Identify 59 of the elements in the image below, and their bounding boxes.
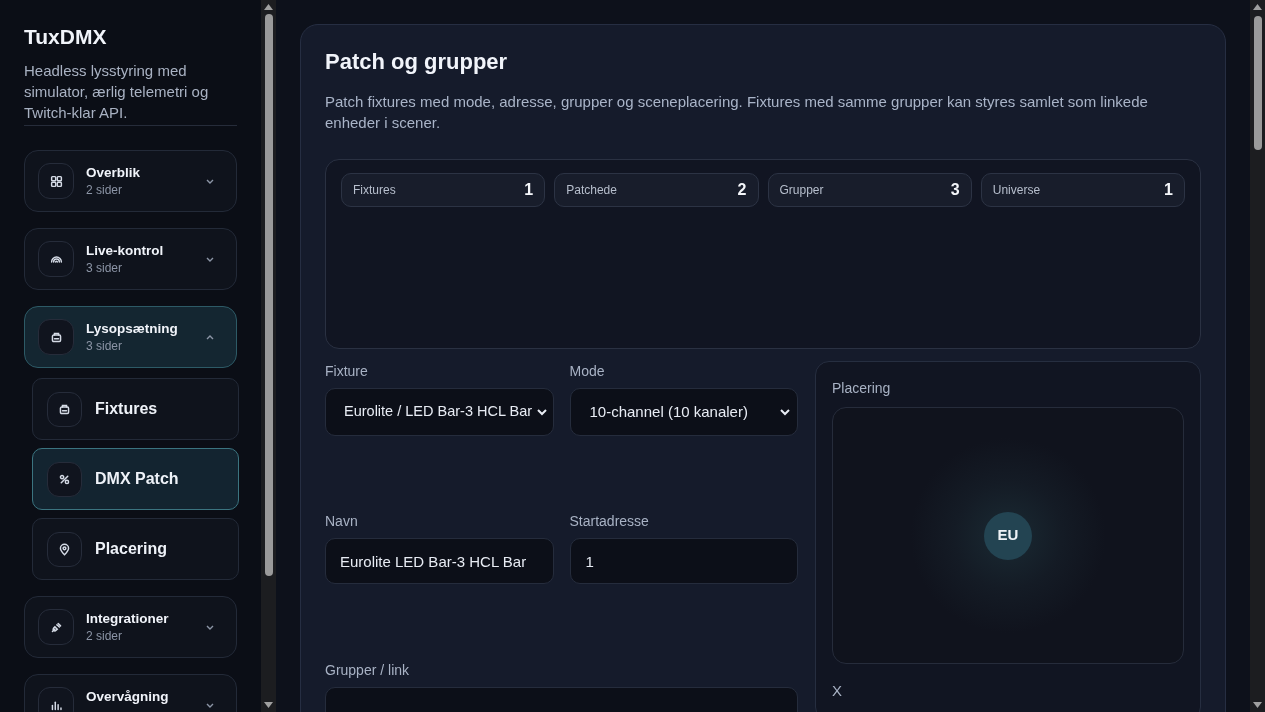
- field-label: Grupper / link: [325, 661, 411, 680]
- name-input[interactable]: Eurolite LED Bar-3 HCL Bar: [325, 538, 554, 584]
- chevron-down-icon: [206, 256, 214, 262]
- page-title: Patch og grupper: [325, 48, 509, 76]
- nav-group-label: Live-kontrol: [86, 241, 165, 260]
- scrollbar-thumb[interactable]: [1253, 16, 1262, 150]
- chevron-up-icon: [206, 334, 214, 340]
- nav-item[interactable]: Placering: [32, 518, 239, 580]
- page-description: Patch fixtures med mode, adresse, grupper og sceneplacering. Fixtures med samme grupper kan styres samlet som linkede enheder i scener.: [325, 92, 1149, 133]
- stat-chip: Grupper 3: [767, 173, 972, 207]
- nav-group[interactable]: Live-kontrol 3 sider: [24, 228, 237, 290]
- stat-chip: Fixtures 1: [341, 173, 546, 207]
- nav-item[interactable]: Fixtures: [32, 378, 239, 440]
- stat-chip: Patchede 2: [554, 173, 759, 207]
- fixture-select[interactable]: Eurolite / LED Bar-3 HCL Bar: [325, 388, 554, 436]
- nav-group-count: 2 sider: [86, 627, 124, 645]
- scrollbar[interactable]: [261, 0, 276, 712]
- nav-group-label: Overblik: [86, 163, 142, 182]
- scroll-down-icon[interactable]: [264, 702, 273, 708]
- lamp-icon: [58, 402, 71, 416]
- chevron-down-icon: [206, 178, 214, 184]
- chevron-down-icon: [536, 408, 547, 416]
- scrollbar[interactable]: [1250, 0, 1265, 712]
- field-label: Mode: [569, 362, 606, 381]
- scrollbar-thumb[interactable]: [264, 14, 273, 576]
- app-tagline: Headless lysstyring med simulator, ærlig telemetri og Twitch-klar API.: [24, 60, 237, 126]
- field-label: X: [832, 681, 843, 701]
- nav-group-count: 3 sider: [86, 259, 124, 277]
- nav-group[interactable]: Overblik 2 sider: [24, 150, 237, 212]
- start-address-input[interactable]: 1: [569, 538, 798, 584]
- nav-group[interactable]: Overvågning: [24, 674, 237, 712]
- fixture-marker[interactable]: EU: [984, 511, 1032, 560]
- nav-group-count: 2 sider: [86, 181, 124, 199]
- panel-label: Placering: [832, 379, 892, 398]
- location-pin-icon: [58, 542, 71, 556]
- placement-canvas[interactable]: EU: [832, 407, 1184, 664]
- lamp-icon: [49, 330, 63, 344]
- field-label: Navn: [325, 512, 359, 531]
- percent-icon: [58, 472, 71, 486]
- mode-select[interactable]: 10-channel (10 kanaler): [569, 388, 798, 436]
- scroll-up-icon[interactable]: [264, 4, 273, 10]
- chevron-down-icon: [206, 624, 214, 630]
- chevron-down-icon: [780, 408, 790, 416]
- chevron-down-icon: [206, 702, 214, 708]
- field-label: Startadresse: [569, 512, 650, 531]
- app-title: TuxDMX: [24, 24, 108, 50]
- nav-group[interactable]: Integrationer 2 sider: [24, 596, 237, 658]
- nav-group-label: Lysopsætning: [86, 319, 179, 338]
- scroll-down-icon[interactable]: [1253, 702, 1262, 708]
- nav-group[interactable]: Lysopsætning 3 sider: [24, 306, 237, 368]
- nav-group-label: Integrationer: [86, 609, 170, 628]
- scroll-up-icon[interactable]: [1253, 4, 1262, 10]
- grid-icon: [49, 174, 63, 188]
- stat-chip: Universe 1: [980, 173, 1185, 207]
- plug-icon: [49, 620, 63, 634]
- nav-group-label: Overvågning: [86, 687, 170, 706]
- nav-item[interactable]: DMX Patch: [32, 448, 239, 510]
- nav-group-count: 3 sider: [86, 337, 124, 355]
- field-label: Fixture: [325, 362, 369, 381]
